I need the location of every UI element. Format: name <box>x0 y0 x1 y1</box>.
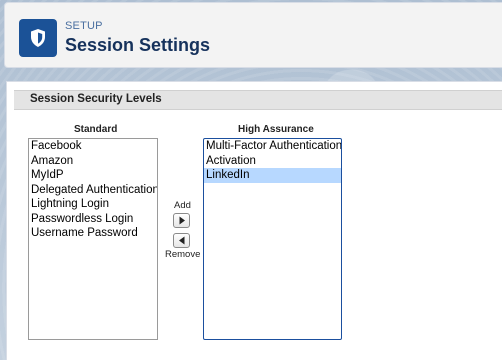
list-item-selected[interactable]: LinkedIn <box>204 168 341 183</box>
list-item[interactable]: MyIdP <box>29 168 157 183</box>
triangle-right-icon <box>179 216 185 225</box>
page-title: Session Settings <box>65 35 211 55</box>
page-eyebrow: SETUP <box>65 20 103 32</box>
remove-label: Remove <box>165 249 201 260</box>
shield-icon <box>19 19 57 57</box>
list-item[interactable]: Facebook <box>29 139 157 154</box>
standard-list-label: Standard <box>74 124 118 135</box>
list-item[interactable]: Multi-Factor Authentication <box>204 139 341 154</box>
remove-button[interactable] <box>173 233 190 248</box>
list-item[interactable]: Amazon <box>29 154 157 169</box>
list-item[interactable]: Activation <box>204 154 341 169</box>
high-assurance-list-label: High Assurance <box>238 124 314 135</box>
list-item[interactable]: Lightning Login <box>29 197 157 212</box>
high-assurance-listbox[interactable]: Multi-Factor Authentication Activation L… <box>203 138 342 340</box>
section-header: Session Security Levels <box>14 90 502 110</box>
list-item[interactable]: Delegated Authentication <box>29 183 157 198</box>
page-header: SETUP Session Settings <box>4 2 502 68</box>
section-title: Session Security Levels <box>30 93 162 105</box>
add-label: Add <box>174 200 191 211</box>
list-item[interactable]: Passwordless Login <box>29 212 157 227</box>
standard-listbox[interactable]: Facebook Amazon MyIdP Delegated Authenti… <box>28 138 158 340</box>
add-button[interactable] <box>173 213 190 228</box>
list-item[interactable]: Username Password <box>29 226 157 241</box>
triangle-left-icon <box>178 236 184 245</box>
